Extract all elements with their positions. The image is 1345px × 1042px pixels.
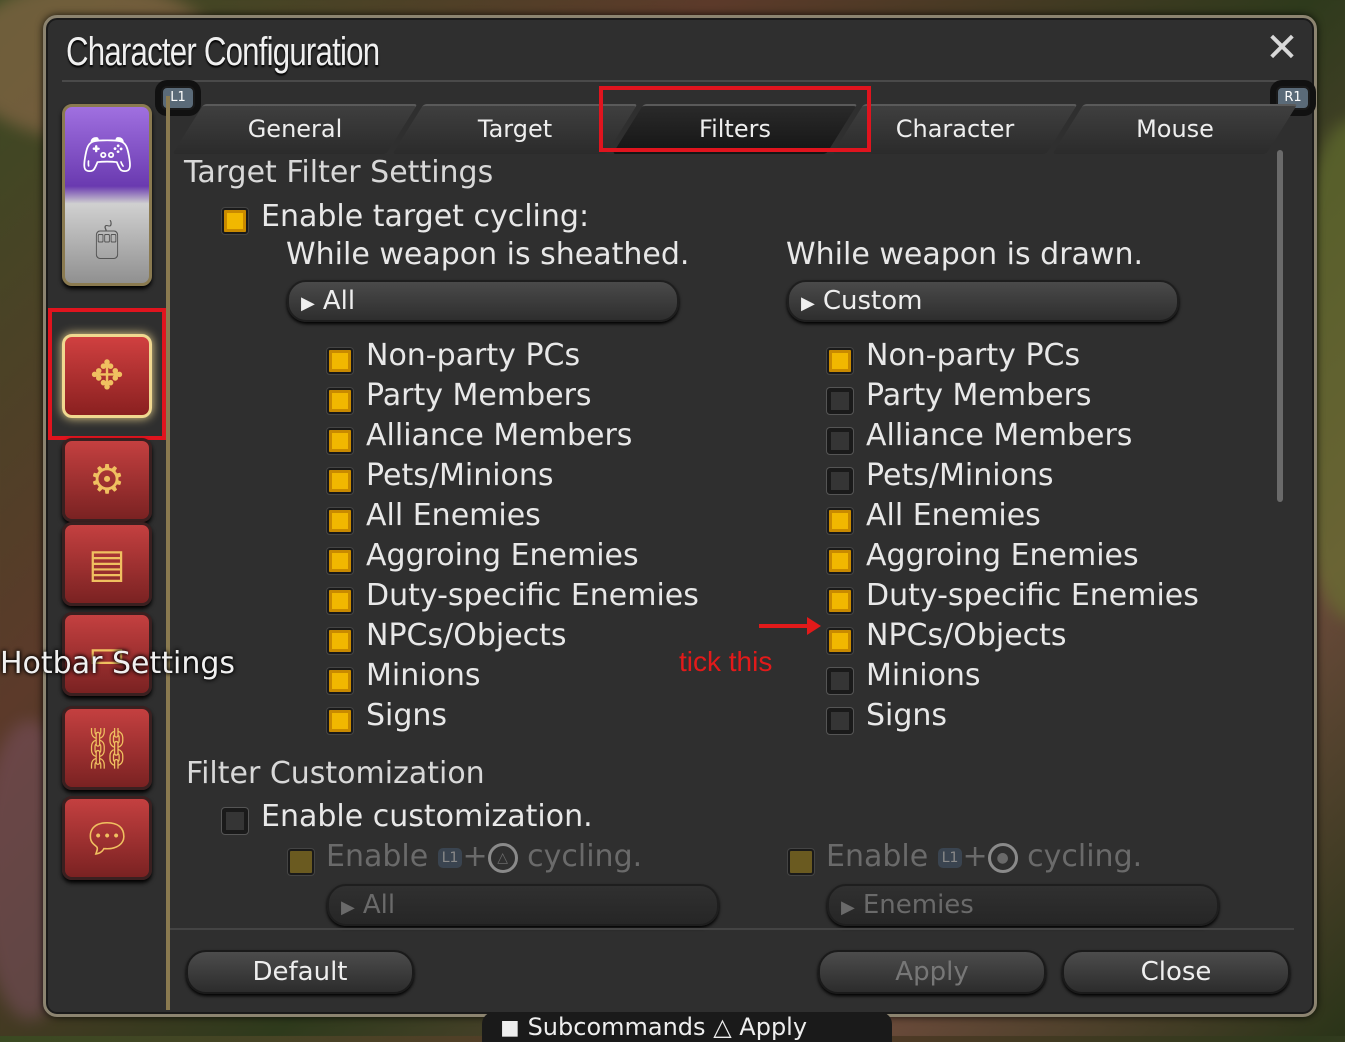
left-custom-cycling-checkbox[interactable]	[288, 849, 314, 875]
close-button[interactable]: Close	[1062, 950, 1290, 994]
apply-button[interactable]: Apply	[818, 950, 1046, 994]
annotation-arrow	[759, 617, 821, 635]
option-checkbox[interactable]	[327, 348, 353, 374]
tab-mouse[interactable]: Mouse	[1052, 104, 1298, 154]
option-checkbox[interactable]	[827, 548, 853, 574]
play-arrow-icon: ▶	[801, 293, 815, 314]
mouse-icon: 🖱︎	[94, 216, 119, 262]
tab-general[interactable]: General	[172, 104, 418, 154]
option-checkbox[interactable]	[327, 508, 353, 534]
option-checkbox[interactable]	[827, 428, 853, 454]
enable-target-cycling-label: Enable target cycling:	[261, 199, 590, 234]
option-checkbox[interactable]	[827, 388, 853, 414]
title-divider	[62, 80, 1298, 82]
option-label: Aggroing Enemies	[366, 538, 639, 573]
triangle-button-icon: △	[487, 842, 518, 873]
option-label: Pets/Minions	[866, 458, 1054, 493]
filter-customization-heading: Filter Customization	[186, 756, 485, 791]
left-custom-cycling-label: Enable L1 + △ cycling.	[326, 839, 643, 874]
option-checkbox[interactable]	[327, 428, 353, 454]
right-custom-cycling-label: Enable L1 + ● cycling.	[826, 839, 1143, 874]
subcommand-apply-button[interactable]: Apply	[739, 1013, 807, 1041]
option-label: All Enemies	[866, 498, 1041, 533]
subcommand-bar: ◼ Subcommands △ Apply	[482, 1012, 892, 1042]
option-label: Pets/Minions	[366, 458, 554, 493]
enable-customization-label: Enable customization.	[261, 799, 593, 834]
hotbar-settings-tooltip: Hotbar Settings	[0, 646, 236, 681]
option-checkbox[interactable]	[327, 388, 353, 414]
play-arrow-icon: ▶	[341, 897, 355, 918]
tab-target[interactable]: Target	[392, 104, 638, 154]
option-label: Signs	[366, 698, 448, 733]
option-checkbox[interactable]	[827, 668, 853, 694]
default-button[interactable]: Default	[186, 950, 414, 994]
target-arrows-icon[interactable]: ✥	[62, 334, 152, 418]
gamepad-icon: 🎮︎	[79, 129, 135, 180]
enable-target-cycling-checkbox[interactable]	[222, 208, 248, 234]
option-label: Duty-specific Enemies	[366, 578, 699, 613]
option-checkbox[interactable]	[327, 468, 353, 494]
character-configuration-window: Character Configuration ✕ L1 R1 General …	[43, 15, 1317, 1017]
option-checkbox[interactable]	[327, 628, 353, 654]
l1-badge: L1	[937, 847, 963, 868]
option-checkbox[interactable]	[327, 548, 353, 574]
option-label: Minions	[866, 658, 981, 693]
enable-customization-checkbox[interactable]	[222, 808, 248, 834]
controller-mouse-toggle-icon[interactable]: 🎮︎ 🖱︎	[62, 104, 152, 286]
subcommands-button[interactable]: Subcommands	[528, 1013, 706, 1041]
option-label: Alliance Members	[366, 418, 633, 453]
option-checkbox[interactable]	[827, 508, 853, 534]
bag-gears-icon[interactable]: ⚙	[62, 438, 152, 522]
option-label: Minions	[366, 658, 481, 693]
option-label: Non-party PCs	[866, 338, 1081, 373]
close-x-icon[interactable]: ✕	[1260, 26, 1304, 70]
option-label: NPCs/Objects	[366, 618, 567, 653]
option-label: Aggroing Enemies	[866, 538, 1139, 573]
tab-filters[interactable]: Filters	[612, 104, 858, 154]
left-custom-dropdown[interactable]: ▶ All	[327, 884, 719, 926]
option-label: Party Members	[366, 378, 592, 413]
option-checkbox[interactable]	[827, 588, 853, 614]
square-button-icon: ◼	[500, 1013, 520, 1041]
option-label: All Enemies	[366, 498, 541, 533]
option-label: NPCs/Objects	[866, 618, 1067, 653]
option-label: Alliance Members	[866, 418, 1133, 453]
option-label: Party Members	[866, 378, 1092, 413]
option-label: Non-party PCs	[366, 338, 581, 373]
drawn-preset-dropdown[interactable]: ▶ Custom	[787, 280, 1179, 322]
circle-button-icon: ●	[987, 842, 1018, 873]
option-checkbox[interactable]	[327, 708, 353, 734]
id-card-icon[interactable]: ▤	[62, 522, 152, 606]
play-arrow-icon: ▶	[301, 293, 315, 314]
option-checkbox[interactable]	[827, 628, 853, 654]
chain-icon[interactable]: ⛓	[62, 706, 152, 790]
option-checkbox[interactable]	[327, 588, 353, 614]
sheathed-preset-dropdown[interactable]: ▶ All	[287, 280, 679, 322]
option-checkbox[interactable]	[827, 468, 853, 494]
triangle-button-icon: △	[713, 1013, 732, 1041]
annotation-text: tick this	[679, 646, 773, 677]
option-checkbox[interactable]	[327, 668, 353, 694]
window-title: Character Configuration	[66, 30, 380, 74]
target-filter-heading: Target Filter Settings	[184, 155, 494, 190]
drawn-heading: While weapon is drawn.	[786, 237, 1144, 272]
vertical-scrollbar[interactable]	[1277, 150, 1283, 502]
play-arrow-icon: ▶	[841, 897, 855, 918]
l1-badge: L1	[437, 847, 463, 868]
tab-character[interactable]: Character	[832, 104, 1078, 154]
footer-divider	[170, 928, 1294, 930]
option-label: Signs	[866, 698, 948, 733]
option-label: Duty-specific Enemies	[866, 578, 1199, 613]
sidebar-divider	[166, 96, 170, 1010]
chat-bubble-icon[interactable]: 💬︎	[62, 796, 152, 880]
right-custom-dropdown[interactable]: ▶ Enemies	[827, 884, 1219, 926]
option-checkbox[interactable]	[827, 348, 853, 374]
sheathed-heading: While weapon is sheathed.	[286, 237, 690, 272]
option-checkbox[interactable]	[827, 708, 853, 734]
right-custom-cycling-checkbox[interactable]	[788, 849, 814, 875]
